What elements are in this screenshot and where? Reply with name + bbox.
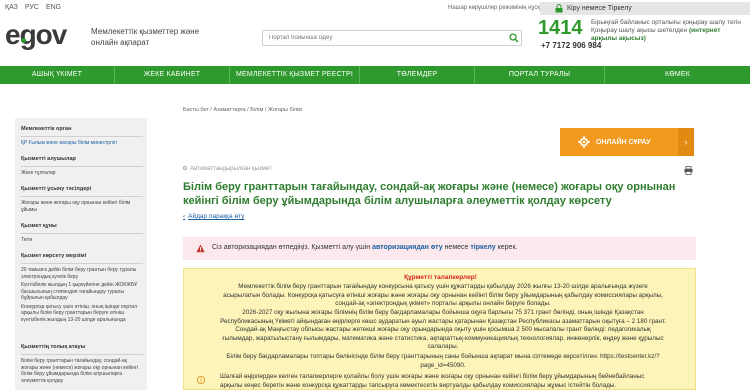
call-center-info: Бірыңғай байланыс орталығы қоңырау шалу …	[591, 19, 741, 43]
notice-title: Құрметті талапкерлер!	[404, 274, 477, 281]
notice-paragraph-4: Шалғай өңірлерден келген талапкерлерге қ…	[220, 373, 645, 389]
divider	[21, 233, 143, 234]
register-link[interactable]: тіркелу	[470, 244, 495, 251]
top-bar: ҚАЗ РУС ENG Нашар көрушілер режимінің нұсқ…	[0, 0, 750, 17]
search-input[interactable]	[262, 30, 522, 46]
sidebar-term-title: Қызмет көрсету мерзімі	[21, 253, 87, 259]
notice-paragraph-2: 2026-2027 оқу жылына жоғары білімнің біл…	[220, 309, 666, 350]
divider	[21, 166, 143, 167]
apply-online-label: ОНЛАЙН СҰРАУ	[596, 138, 651, 146]
nav-about-portal[interactable]: ПОРТАЛ ТУРАЛЫ	[475, 66, 605, 84]
automated-service-text: Автоматтандырылған қызмет	[190, 166, 272, 172]
sidebar-provider-value: Жоғары және жоғары оқу орнынан кейінгі б…	[21, 200, 131, 213]
sidebar-fullname: Қызметтің толық атауы Білім беру грантта…	[21, 344, 143, 384]
apply-online-button[interactable]: ОНЛАЙН СҰРАУ	[560, 128, 694, 156]
alert-text-post: керек.	[497, 244, 518, 251]
automated-service-label: Автоматтандырылған қызмет	[183, 166, 272, 172]
divider	[21, 354, 143, 355]
print-icon[interactable]	[684, 166, 693, 175]
applicants-notice: Құрметті талапкерлер! Мемлекеттік білім …	[183, 268, 696, 390]
sidebar-recipients-title: Қызметті алушылар	[21, 156, 76, 162]
egov-logo[interactable]: e gov	[5, 19, 68, 50]
sidebar-term-item: Күнтізбелік жылдың 1 қыркүйегіне дейін Ж…	[21, 282, 137, 301]
logo-e: e	[5, 19, 21, 50]
sidebar-cost-value: Тегін	[21, 237, 33, 243]
low-vision-link[interactable]: Нашар көрушілер режимінің нұсқа	[448, 5, 543, 11]
service-sidebar: Мемлекеттік орган ҚР Ғылым және жоғары б…	[15, 118, 147, 390]
sidebar-term: Қызмет көрсету мерзімі 20 тамызға дейін …	[21, 253, 143, 325]
auth-link[interactable]: авторизациядан өту	[372, 244, 443, 251]
notice-paragraph-1: Мемлекеттік білім беру гранттарын тағайы…	[223, 283, 663, 307]
gear-icon	[578, 136, 590, 148]
notice-paragraph-3[interactable]: Білім беру бағдарламалары топтары бөліні…	[220, 353, 666, 370]
auth-alert: Сіз авторизациядан өтпедіңіз. Қызметті а…	[183, 237, 696, 260]
divider	[21, 136, 143, 137]
sidebar-term-item: Конкурсқа қатысу үшін өтініш, оның ішінд…	[21, 303, 137, 323]
nav-help[interactable]: КӨМЕК	[605, 66, 750, 84]
sidebar-term-list: 20 тамызға дейін білім беру грантын беру…	[21, 267, 143, 323]
nav-personal-cabinet[interactable]: ЖЕКЕ КАБИНЕТ	[115, 66, 230, 84]
chevron-left-icon: ‹	[183, 213, 186, 220]
sidebar-organ-value[interactable]: ҚР Ғылым және жоғары білім министрлігі	[21, 140, 143, 147]
info-icon	[197, 376, 205, 384]
nav-open-government[interactable]: АШЫҚ ҮКІМЕТ	[0, 66, 115, 84]
nav-service-registry[interactable]: МЕМЛЕКЕТТІК ҚЫЗМЕТ РЕЕСТРІ	[230, 66, 360, 84]
logo-gov: gov	[19, 19, 68, 50]
sidebar-recipients: Қызметті алушылар Жеке тұлғалар	[21, 156, 143, 177]
lock-icon	[555, 4, 563, 13]
sidebar-provider: Қызметті ұсыну тәсілдері Жоғары және жоғ…	[21, 186, 143, 213]
sidebar-fullname-title: Қызметтің толық атауы	[21, 344, 86, 350]
sidebar-fullname-value: Білім беру гранттарын тағайындау, сондай…	[21, 358, 138, 384]
login-label: Кіру немесе Тіркелу	[567, 5, 632, 12]
lang-rus[interactable]: РУС	[25, 4, 39, 11]
divider	[21, 196, 143, 197]
breadcrumb[interactable]: Басты бет / Азаматтарға / Білім / Жоғары…	[183, 107, 302, 113]
divider	[21, 263, 143, 264]
warning-icon	[196, 244, 205, 253]
alert-text-mid: немесе	[444, 244, 469, 251]
back-link[interactable]: ‹ Айдар параққа өту	[183, 213, 244, 220]
lang-eng[interactable]: ENG	[46, 4, 61, 11]
call-center-number[interactable]: 1414	[538, 16, 583, 40]
sidebar-provider-title: Қызметті ұсыну тәсілдері	[21, 186, 92, 192]
page-title: Білім беру гранттарын тағайындау, сондай…	[183, 181, 676, 207]
sidebar-organ: Мемлекеттік орган ҚР Ғылым және жоғары б…	[21, 126, 143, 147]
chevron-right-icon[interactable]: ›	[678, 128, 694, 156]
lang-kaz[interactable]: ҚАЗ	[5, 4, 18, 11]
back-link-label: Айдар параққа өту	[188, 213, 245, 220]
logo-dot	[21, 38, 26, 43]
language-switcher: ҚАЗ РУС ENG	[5, 4, 68, 11]
search-icon[interactable]	[509, 33, 519, 43]
sidebar-cost: Қызмет құны Тегін	[21, 223, 143, 244]
login-button[interactable]: Кіру немесе Тіркелу	[540, 2, 750, 15]
site-tagline: Мемлекеттік қызметтер және онлайн ақпара…	[91, 27, 200, 47]
alert-text-pre: Сіз авторизациядан өтпедіңіз. Қызметті а…	[212, 244, 371, 251]
main-nav: АШЫҚ ҮКІМЕТ ЖЕКЕ КАБИНЕТ МЕМЛЕКЕТТІК ҚЫЗ…	[0, 66, 750, 84]
sidebar-recipients-value: Жеке тұлғалар	[21, 170, 56, 176]
circle-icon	[183, 166, 187, 171]
sidebar-term-item: 20 тамызға дейін білім беру грантын беру…	[21, 267, 137, 280]
sidebar-cost-title: Қызмет құны	[21, 223, 57, 229]
sidebar-organ-title: Мемлекеттік орган	[21, 126, 72, 132]
nav-payments[interactable]: ТӨЛЕМДЕР	[360, 66, 475, 84]
